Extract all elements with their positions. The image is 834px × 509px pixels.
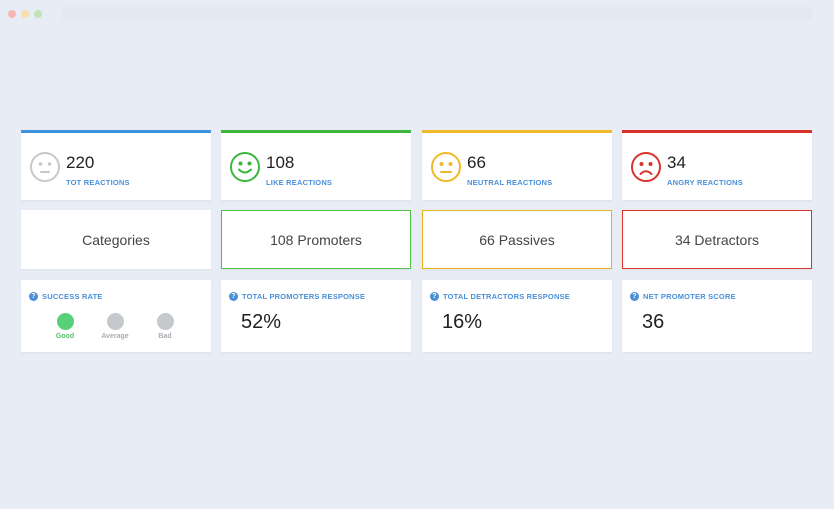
promoters-response-value: 52% — [241, 311, 282, 333]
window-title-bar — [0, 0, 834, 30]
neutral-reactions-label: NEUTRAL REACTIONS — [467, 178, 553, 187]
promoters-response-card: ? TOTAL PROMOTERS RESPONSE 52% — [221, 280, 411, 352]
rating-average-label: Average — [101, 333, 129, 340]
bad-circle-icon — [156, 313, 174, 330]
tot-reactions-count: 220 — [66, 153, 95, 172]
rating-good-label: Good — [55, 333, 75, 340]
promoters-response-title: ? TOTAL PROMOTERS RESPONSE — [229, 292, 365, 301]
angry-reactions-count: 34 — [667, 153, 686, 172]
neutral-gray-face-icon — [30, 152, 60, 182]
success-rate-card: ? SUCCESS RATE Good Average Bad — [21, 280, 211, 352]
tot-reactions-label: TOT REACTIONS — [66, 178, 130, 187]
help-icon[interactable]: ? — [430, 292, 439, 301]
detractors-response-card: ? TOTAL DETRACTORS RESPONSE 16% — [422, 280, 612, 352]
smile-face-icon — [230, 152, 260, 182]
nps-title: ? NET PROMOTER SCORE — [630, 292, 736, 301]
detractors-response-title: ? TOTAL DETRACTORS RESPONSE — [430, 292, 570, 301]
close-window-button[interactable] — [8, 10, 16, 18]
detractors-response-title-text: TOTAL DETRACTORS RESPONSE — [443, 292, 570, 301]
nps-value: 36 — [642, 311, 665, 333]
help-icon[interactable]: ? — [630, 292, 639, 301]
like-reactions-label: LIKE REACTIONS — [266, 178, 333, 187]
angry-reactions-card: 34 ANGRY REACTIONS — [622, 130, 812, 200]
promoters-response-title-text: TOTAL PROMOTERS RESPONSE — [242, 292, 366, 301]
rating-bad[interactable]: Bad — [145, 313, 185, 340]
like-reactions-count: 108 — [266, 153, 295, 172]
like-reactions-card: 108 LIKE REACTIONS — [221, 130, 411, 200]
angry-reactions-label: ANGRY REACTIONS — [667, 178, 743, 187]
rating-bad-label: Bad — [158, 333, 172, 340]
success-rate-title: ? SUCCESS RATE — [29, 292, 103, 301]
address-bar[interactable] — [62, 7, 812, 21]
detractors-response-value: 16% — [442, 311, 483, 333]
rating-average[interactable]: Average — [95, 313, 135, 340]
good-circle-icon — [56, 313, 74, 330]
rating-good[interactable]: Good — [45, 313, 85, 340]
nps-card: ? NET PROMOTER SCORE 36 — [622, 280, 812, 352]
passives-card[interactable]: 66 Passives — [422, 210, 612, 269]
success-rate-title-text: SUCCESS RATE — [42, 292, 103, 301]
help-icon[interactable]: ? — [29, 292, 38, 301]
detractors-card[interactable]: 34 Detractors — [622, 210, 812, 269]
neutral-face-icon — [431, 152, 461, 182]
nps-title-text: NET PROMOTER SCORE — [643, 292, 736, 301]
neutral-reactions-count: 66 — [467, 153, 486, 172]
maximize-window-button[interactable] — [34, 10, 42, 18]
categories-card: Categories — [21, 210, 211, 269]
angry-face-icon — [631, 152, 661, 182]
average-circle-icon — [106, 313, 124, 330]
help-icon[interactable]: ? — [229, 292, 238, 301]
tot-reactions-card: 220 TOT REACTIONS — [21, 130, 211, 200]
neutral-reactions-card: 66 NEUTRAL REACTIONS — [422, 130, 612, 200]
minimize-window-button[interactable] — [21, 10, 29, 18]
promoters-card[interactable]: 108 Promoters — [221, 210, 411, 269]
